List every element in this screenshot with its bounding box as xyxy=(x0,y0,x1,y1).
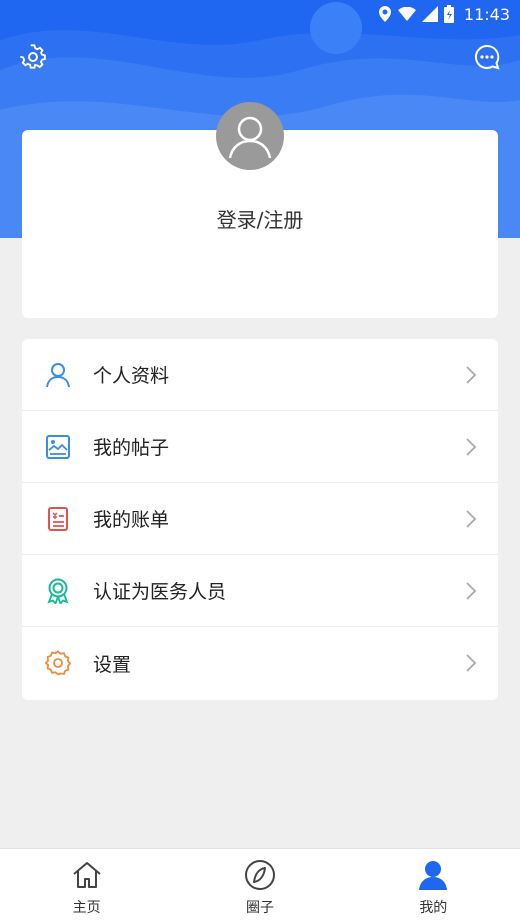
menu-item-label: 认证为医务人员 xyxy=(93,581,227,603)
status-bar: 11:43 xyxy=(0,0,520,28)
chat-bubble-icon[interactable] xyxy=(474,44,500,70)
tab-label: 圈子 xyxy=(245,900,274,916)
menu-item-my-posts[interactable]: 我的帖子 xyxy=(22,411,498,483)
picture-icon xyxy=(45,434,71,460)
compass-icon xyxy=(244,860,275,890)
menu-item-my-bills[interactable]: 我的账单 xyxy=(22,483,498,555)
avatar[interactable] xyxy=(216,102,284,170)
login-register-link[interactable]: 登录/注册 xyxy=(22,204,498,233)
bottom-tab-bar: 主页 圈子 我的 xyxy=(0,848,520,924)
menu-item-medical-certification[interactable]: 认证为医务人员 xyxy=(22,555,498,627)
battery-icon xyxy=(443,5,454,23)
gear-icon xyxy=(45,650,71,676)
chevron-right-icon xyxy=(466,437,477,456)
signal-icon xyxy=(421,6,438,22)
menu-item-label: 我的账单 xyxy=(93,509,170,531)
wifi-icon xyxy=(397,7,416,21)
menu-item-label: 我的帖子 xyxy=(93,437,170,459)
tab-label: 我的 xyxy=(419,900,448,916)
tab-label: 主页 xyxy=(72,900,101,916)
location-icon xyxy=(378,6,391,22)
tab-circle[interactable]: 圈子 xyxy=(173,849,346,924)
chevron-right-icon xyxy=(466,654,477,672)
person-icon xyxy=(45,362,71,388)
tab-home[interactable]: 主页 xyxy=(0,849,173,924)
menu-list: 个人资料 我的帖子 我的账单 认证为医务人员 设置 xyxy=(22,339,498,700)
home-icon xyxy=(73,862,101,888)
status-time: 11:43 xyxy=(463,4,510,24)
chevron-right-icon xyxy=(466,581,477,600)
gear-icon[interactable] xyxy=(20,44,46,70)
menu-item-label: 个人资料 xyxy=(93,365,170,387)
chevron-right-icon xyxy=(466,365,477,384)
user-icon xyxy=(419,861,448,890)
tab-mine[interactable]: 我的 xyxy=(347,849,520,924)
chevron-right-icon xyxy=(466,509,477,528)
avatar-placeholder-icon xyxy=(228,116,272,159)
menu-item-label: 设置 xyxy=(93,653,132,676)
bill-icon xyxy=(45,506,71,532)
badge-icon xyxy=(45,578,71,604)
menu-item-settings[interactable]: 设置 xyxy=(22,627,498,699)
menu-item-profile[interactable]: 个人资料 xyxy=(22,339,498,411)
